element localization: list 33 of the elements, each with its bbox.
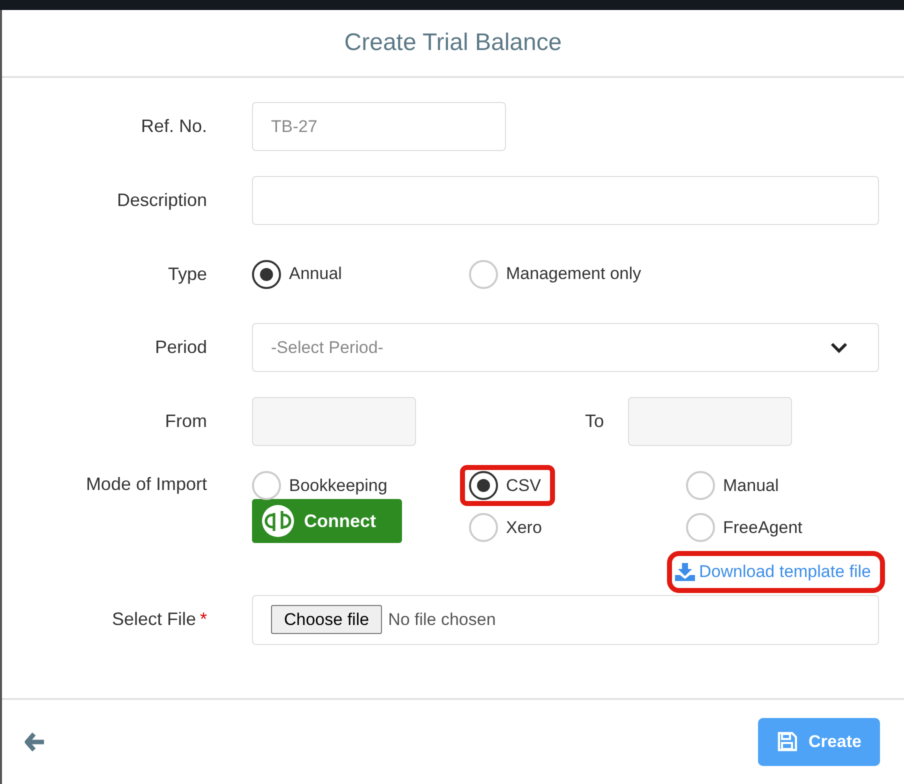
save-icon: [776, 732, 797, 752]
import-option[interactable]: CSV: [506, 472, 541, 498]
field-label: Type: [166, 262, 207, 286]
type-option[interactable]: Annual: [289, 261, 342, 287]
field-label: To: [585, 410, 604, 433]
period-select[interactable]: -Select Period-: [252, 323, 879, 372]
field-label: Description: [116, 189, 207, 212]
choose-file-button[interactable]: Choose file: [271, 604, 382, 634]
required-mark: *: [200, 609, 207, 629]
field-label: Period: [154, 336, 207, 359]
connect-button[interactable]: Connect: [252, 499, 402, 543]
import-option[interactable]: Manual: [723, 472, 779, 498]
import-option[interactable]: Bookkeeping: [289, 472, 388, 498]
description-field[interactable]: [252, 176, 879, 225]
radio-button[interactable]: [252, 260, 281, 288]
ref-no-field[interactable]: TB-27: [252, 102, 506, 151]
field-label: From: [164, 410, 207, 433]
from-date-field[interactable]: [252, 397, 416, 446]
download-icon: [675, 562, 696, 581]
chevron-down-icon: [830, 342, 848, 354]
radio-button[interactable]: [469, 471, 498, 500]
import-option[interactable]: Xero: [506, 514, 542, 540]
back-arrow-icon[interactable]: [24, 732, 46, 752]
field-label: Mode of Import: [84, 473, 207, 496]
type-option[interactable]: Management only: [506, 261, 642, 287]
to-date-field[interactable]: [628, 397, 792, 446]
file-input[interactable]: Choose file No file chosen: [252, 594, 879, 644]
qb-logo-icon: [262, 505, 294, 537]
field-label: Ref. No.: [140, 115, 207, 138]
file-status: No file chosen: [388, 608, 496, 631]
field-label: Select File: [112, 609, 196, 629]
import-option[interactable]: FreeAgent: [723, 514, 802, 540]
dialog-title: Create Trial Balance: [344, 28, 562, 58]
